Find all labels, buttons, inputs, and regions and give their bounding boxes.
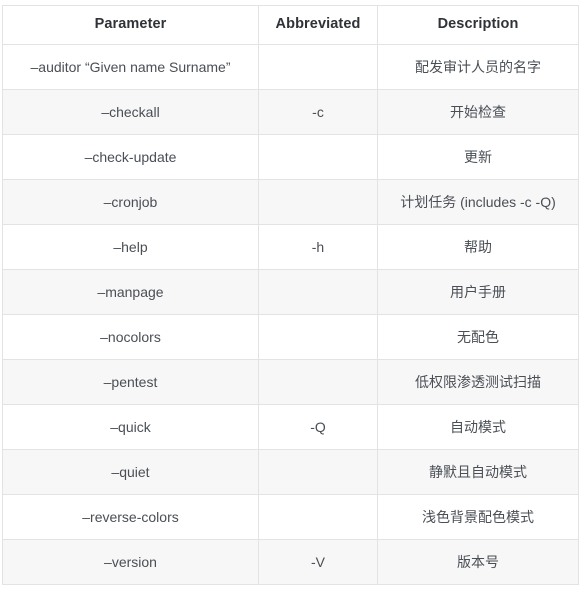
cell-abbreviated [258,269,378,315]
cell-parameter: –auditor “Given name Surname” [2,44,259,90]
table-header: Parameter Abbreviated Description [2,5,579,45]
table-row: –cronjob 计划任务 (includes -c -Q) [2,179,579,225]
cell-abbreviated [258,314,378,360]
cell-description: 版本号 [377,539,579,585]
cell-parameter: –help [2,224,259,270]
table-row: –nocolors 无配色 [2,314,579,360]
cell-description: 计划任务 (includes -c -Q) [377,179,579,225]
cell-parameter: –check-update [2,134,259,180]
cell-abbreviated [258,44,378,90]
table-row: –checkall -c 开始检查 [2,89,579,135]
cell-description: 低权限渗透测试扫描 [377,359,579,405]
table-row: –reverse-colors 浅色背景配色模式 [2,494,579,540]
table-row: –help -h 帮助 [2,224,579,270]
cell-abbreviated [258,449,378,495]
cell-abbreviated [258,494,378,540]
cell-abbreviated: -h [258,224,378,270]
parameter-table-container: Parameter Abbreviated Description –audit… [2,5,579,585]
table-row: –quick -Q 自动模式 [2,404,579,450]
cell-description: 无配色 [377,314,579,360]
table-body: –auditor “Given name Surname” 配发审计人员的名字 –c… [2,44,579,585]
cell-description: 用户手册 [377,269,579,315]
cell-parameter: –manpage [2,269,259,315]
cell-parameter: –pentest [2,359,259,405]
table-row: –check-update 更新 [2,134,579,180]
cell-description: 静默且自动模式 [377,449,579,495]
table-row: –version -V 版本号 [2,539,579,585]
cell-abbreviated: -c [258,89,378,135]
cell-parameter: –quick [2,404,259,450]
cell-parameter: –checkall [2,89,259,135]
cell-abbreviated [258,134,378,180]
cell-abbreviated: -V [258,539,378,585]
table-row: –manpage 用户手册 [2,269,579,315]
column-header-description: Description [377,5,579,45]
cell-description: 配发审计人员的名字 [377,44,579,90]
cell-parameter: –version [2,539,259,585]
cell-parameter: –cronjob [2,179,259,225]
table-row: –quiet 静默且自动模式 [2,449,579,495]
column-header-abbreviated: Abbreviated [258,5,378,45]
cell-parameter: –quiet [2,449,259,495]
column-header-parameter: Parameter [2,5,259,45]
cell-description: 更新 [377,134,579,180]
cell-parameter: –nocolors [2,314,259,360]
cell-abbreviated: -Q [258,404,378,450]
cell-abbreviated [258,359,378,405]
cell-description: 自动模式 [377,404,579,450]
parameter-table: Parameter Abbreviated Description –audit… [2,5,579,585]
cell-abbreviated [258,179,378,225]
table-row: –auditor “Given name Surname” 配发审计人员的名字 [2,44,579,90]
cell-description: 开始检查 [377,89,579,135]
cell-description: 帮助 [377,224,579,270]
cell-description: 浅色背景配色模式 [377,494,579,540]
cell-parameter: –reverse-colors [2,494,259,540]
table-header-row: Parameter Abbreviated Description [2,5,579,45]
table-row: –pentest 低权限渗透测试扫描 [2,359,579,405]
